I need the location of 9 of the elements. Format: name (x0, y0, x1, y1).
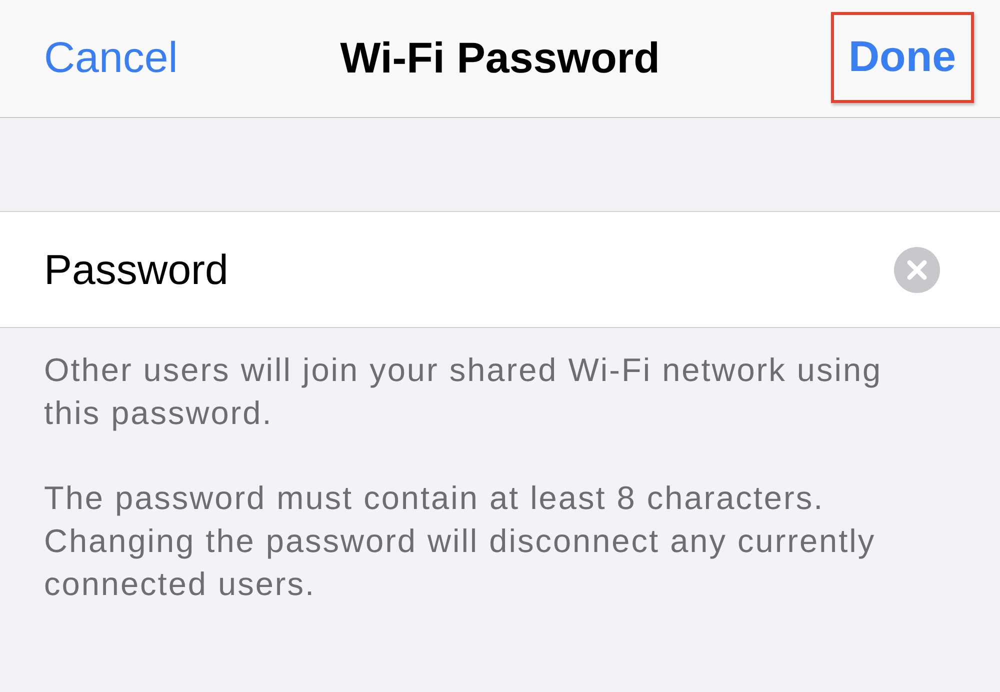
clear-icon (894, 246, 940, 292)
done-button[interactable]: Done (830, 12, 974, 102)
cancel-button[interactable]: Cancel (44, 19, 178, 98)
footer-note: The password must contain at least 8 characters. Changing the password will disconnect any currently connected users. (44, 479, 877, 604)
password-field[interactable]: Password (0, 211, 1000, 328)
password-input[interactable]: Password (44, 246, 894, 294)
footer-note: Other users will join your shared Wi-Fi network using this password. (44, 351, 884, 433)
screen-title: Wi-Fi Password (340, 38, 660, 80)
clear-button[interactable] (894, 246, 940, 292)
